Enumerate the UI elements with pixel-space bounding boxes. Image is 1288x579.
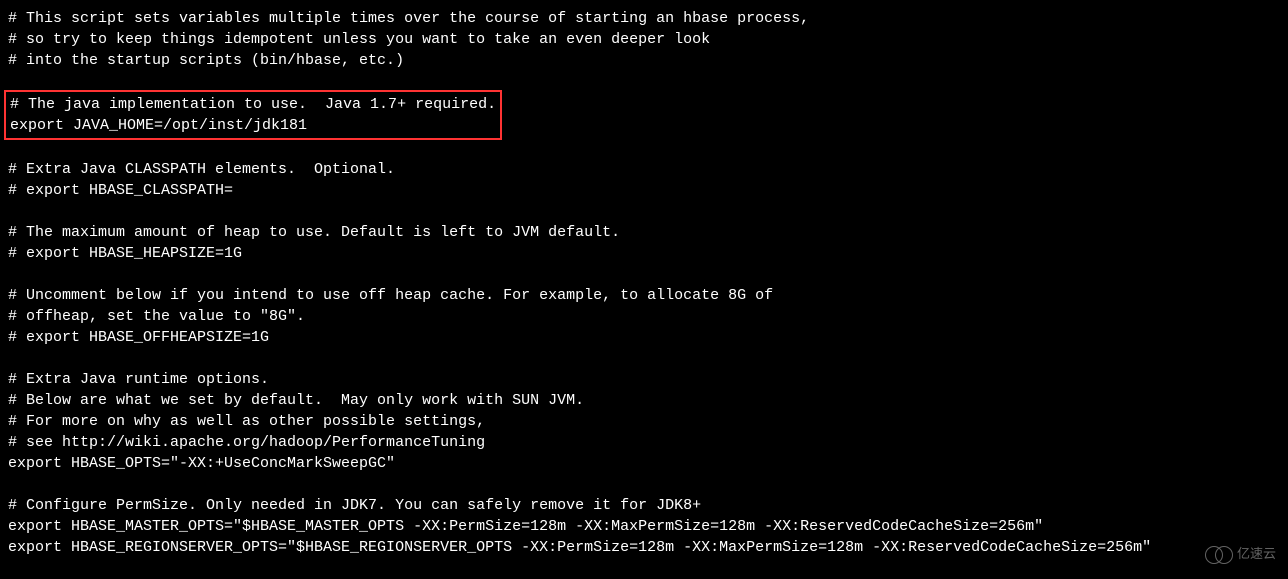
terminal-line: # export HBASE_CLASSPATH= [8, 180, 1280, 201]
terminal-line: # Configure PermSize. Only needed in JDK… [8, 495, 1280, 516]
terminal-line: # Extra Java CLASSPATH elements. Optiona… [8, 159, 1280, 180]
terminal-line: # Uncomment below if you intend to use o… [8, 285, 1280, 306]
watermark-text: 亿速云 [1237, 543, 1276, 564]
blank-line [8, 474, 1280, 495]
terminal-line: # Extra Java runtime options. [8, 369, 1280, 390]
terminal-line: # This script sets variables multiple ti… [8, 8, 1280, 29]
terminal-viewport: # This script sets variables multiple ti… [8, 8, 1280, 558]
terminal-line: # see http://wiki.apache.org/hadoop/Perf… [8, 432, 1280, 453]
terminal-line: export HBASE_REGIONSERVER_OPTS="$HBASE_R… [8, 537, 1280, 558]
terminal-line: export HBASE_OPTS="-XX:+UseConcMarkSweep… [8, 453, 1280, 474]
cloud-icon [1205, 545, 1233, 563]
terminal-line: # so try to keep things idempotent unles… [8, 29, 1280, 50]
terminal-line: # export HBASE_OFFHEAPSIZE=1G [8, 327, 1280, 348]
terminal-line: # offheap, set the value to "8G". [8, 306, 1280, 327]
blank-line [8, 201, 1280, 222]
blank-line [8, 264, 1280, 285]
blank-line [8, 138, 1280, 159]
terminal-line: # The java implementation to use. Java 1… [10, 94, 496, 115]
terminal-line: # For more on why as well as other possi… [8, 411, 1280, 432]
terminal-line: export HBASE_MASTER_OPTS="$HBASE_MASTER_… [8, 516, 1280, 537]
highlighted-java-home-box: # The java implementation to use. Java 1… [4, 90, 502, 140]
terminal-line: export JAVA_HOME=/opt/inst/jdk181 [10, 115, 496, 136]
blank-line [8, 348, 1280, 369]
terminal-line: # The maximum amount of heap to use. Def… [8, 222, 1280, 243]
blank-line [8, 71, 1280, 92]
terminal-line: # Below are what we set by default. May … [8, 390, 1280, 411]
terminal-line: # export HBASE_HEAPSIZE=1G [8, 243, 1280, 264]
watermark-badge: 亿速云 [1205, 543, 1276, 564]
terminal-line: # into the startup scripts (bin/hbase, e… [8, 50, 1280, 71]
